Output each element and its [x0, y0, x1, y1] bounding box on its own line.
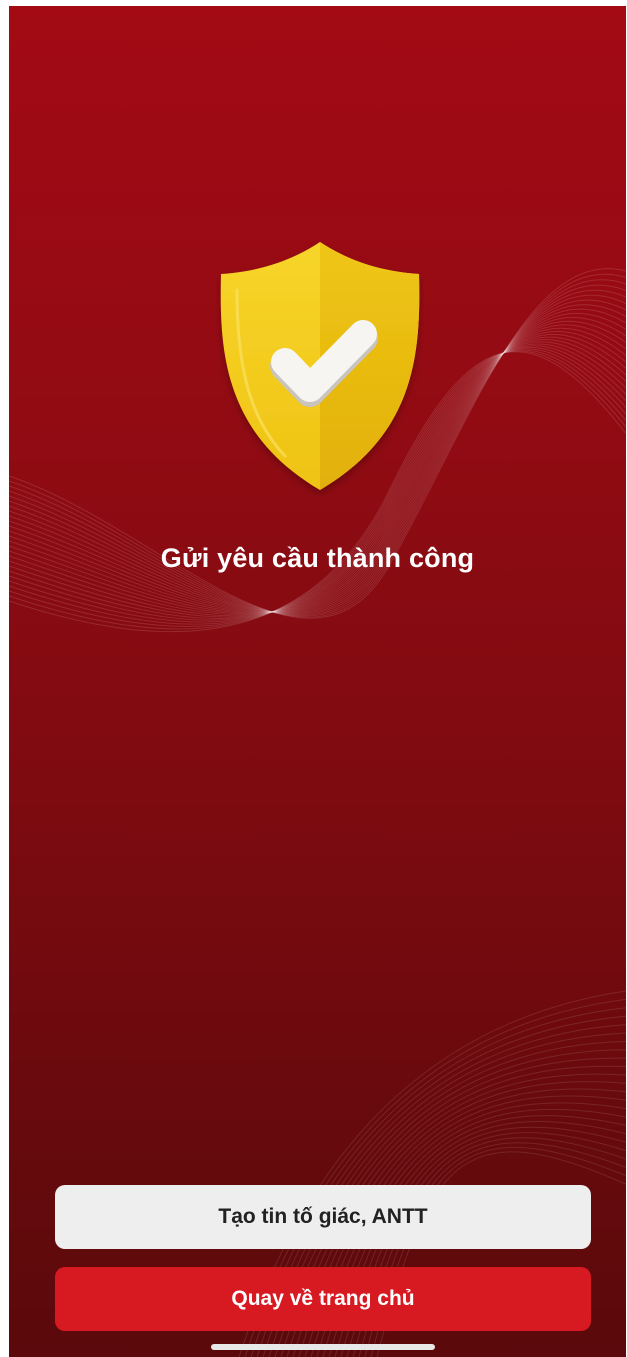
shield-check-icon: [220, 242, 420, 490]
success-screen: Gửi yêu cầu thành công Tạo tin tố giác, …: [9, 6, 626, 1357]
home-indicator[interactable]: [211, 1344, 435, 1350]
success-title: Gửi yêu cầu thành công: [160, 543, 475, 573]
create-report-button[interactable]: Tạo tin tố giác, ANTT: [55, 1185, 591, 1249]
back-to-home-button[interactable]: Quay về trang chủ: [55, 1267, 591, 1331]
background-wave-pattern: [9, 268, 626, 1357]
